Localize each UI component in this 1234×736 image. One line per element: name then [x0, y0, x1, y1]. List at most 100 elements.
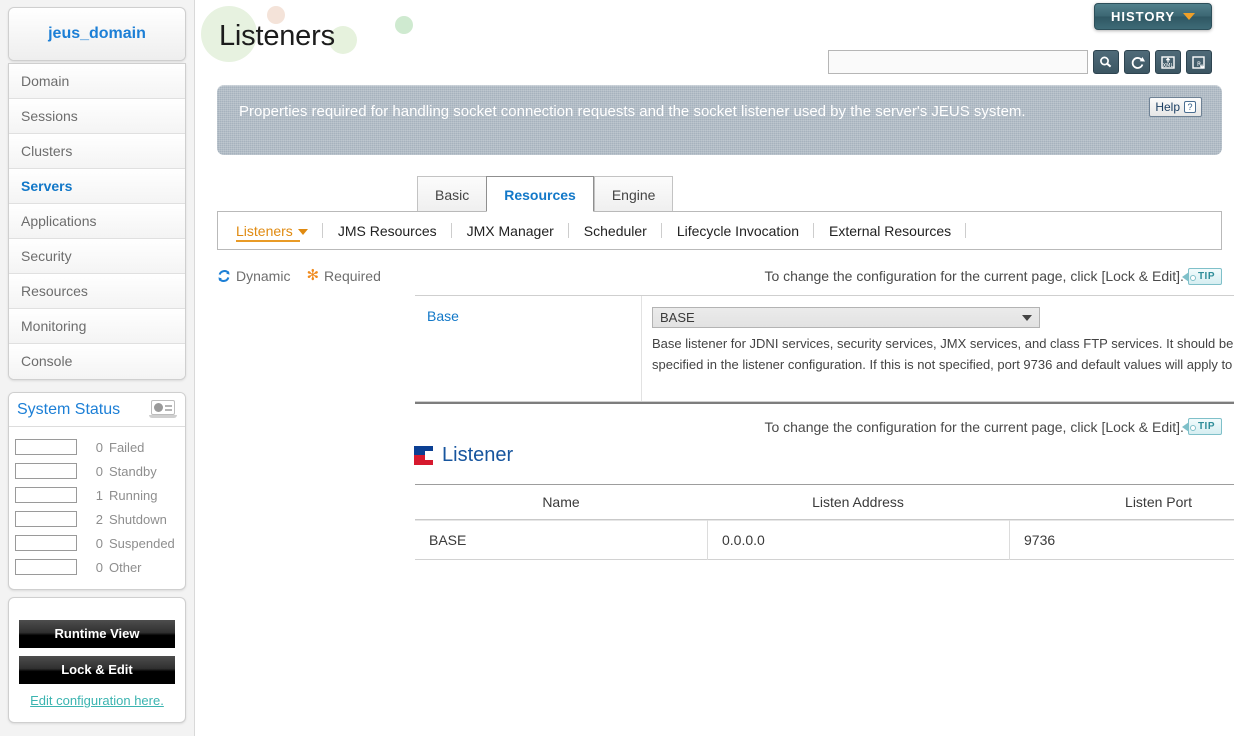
lock-edit-tip-bottom: To change the configuration for the curr… — [764, 418, 1222, 435]
report-export-icon[interactable]: R — [1186, 50, 1212, 74]
system-status-header: System Status — [9, 393, 185, 427]
listener-table-header: Name Listen Address Listen Port Add — [415, 484, 1234, 520]
status-row-running: 1 Running — [15, 483, 179, 507]
runtime-view-button[interactable]: Runtime View — [19, 620, 175, 648]
app-root: jeus_domain Domain Sessions Clusters Ser… — [0, 0, 1234, 736]
sidebar-item-clusters[interactable]: Clusters — [9, 134, 185, 169]
column-header-name: Name — [542, 494, 580, 510]
status-count-standby: 0 — [95, 463, 103, 479]
subnav-item-listeners-label: Listeners — [236, 222, 293, 239]
tip-badge-bottom[interactable]: TIP — [1181, 418, 1222, 435]
status-row-suspended: 0 Suspended — [15, 531, 179, 555]
cell-listen-port: 9736 — [1009, 520, 1234, 560]
listener-table: Name Listen Address Listen Port Add BASE… — [415, 484, 1234, 560]
status-bar-other — [15, 559, 77, 575]
dynamic-icon — [217, 269, 231, 283]
status-bar-shutdown — [15, 511, 77, 527]
info-banner: Properties required for handling socket … — [217, 85, 1222, 155]
status-label-failed: Failed — [109, 439, 145, 455]
question-mark-icon: ? — [1184, 101, 1196, 113]
base-field-label: Base — [415, 296, 642, 401]
base-field-description: Base listener for JDNI services, securit… — [652, 336, 1234, 372]
base-select[interactable]: BASE — [652, 307, 1040, 328]
column-header-listen-port: Listen Port — [1125, 494, 1192, 510]
sidebar-item-domain[interactable]: Domain — [9, 64, 185, 99]
lock-and-edit-button[interactable]: Lock & Edit — [19, 656, 175, 684]
svg-text:XML: XML — [1163, 63, 1174, 69]
main-content: Listeners HISTORY XML R Properties requi… — [195, 0, 1234, 736]
listener-section-title: Listener — [442, 444, 514, 466]
tip-badge-top[interactable]: TIP — [1181, 267, 1222, 285]
status-label-shutdown: Shutdown — [109, 511, 167, 527]
form-block-divider — [415, 402, 1234, 405]
tab-basic[interactable]: Basic — [417, 176, 487, 212]
sidebar-actions-card: Runtime View Lock & Edit Edit configurat… — [8, 597, 186, 723]
refresh-icon[interactable] — [1124, 50, 1150, 74]
sidebar-item-resources[interactable]: Resources — [9, 274, 185, 309]
system-status-list: 0 Failed 0 Standby 1 Running 2 Shutdown — [9, 427, 185, 589]
subnav-item-jms-resources[interactable]: JMS Resources — [323, 212, 452, 250]
legend-dynamic: Dynamic — [217, 268, 290, 284]
subnav-item-lifecycle-invocation[interactable]: Lifecycle Invocation — [662, 212, 815, 250]
subnav-item-lifecycle-invocation-label: Lifecycle Invocation — [676, 222, 800, 239]
xml-export-icon[interactable]: XML — [1155, 50, 1181, 74]
column-header-listen-address: Listen Address — [812, 494, 904, 510]
system-status-panel: System Status 0 Failed 0 Standby 1 Runni… — [8, 392, 186, 590]
status-row-standby: 0 Standby — [15, 459, 179, 483]
subnav-item-scheduler[interactable]: Scheduler — [569, 212, 662, 250]
system-status-title: System Status — [17, 400, 121, 418]
status-row-failed: 0 Failed — [15, 435, 179, 459]
legend-dynamic-label: Dynamic — [236, 268, 291, 284]
sidebar-item-sessions[interactable]: Sessions — [9, 99, 185, 134]
subnav-item-jms-resources-label: JMS Resources — [337, 222, 437, 239]
subnav-item-scheduler-label: Scheduler — [583, 222, 647, 239]
required-asterisk-icon: ✻ — [306, 267, 320, 284]
edit-configuration-link[interactable]: Edit configuration here. — [19, 692, 175, 710]
help-button-label: Help — [1155, 100, 1180, 114]
tab-resources[interactable]: Resources — [486, 176, 594, 212]
page-title: Listeners — [219, 20, 335, 52]
sub-navigation: Listeners JMS Resources JMX Manager Sche… — [217, 211, 1222, 250]
subnav-item-external-resources-label: External Resources — [829, 222, 952, 239]
lock-edit-tip-bottom-wrap: To change the configuration for the curr… — [217, 418, 1222, 442]
status-count-shutdown: 2 — [95, 511, 103, 527]
help-button[interactable]: Help ? — [1149, 97, 1202, 117]
toolbar: XML R — [828, 50, 1212, 74]
status-count-running: 1 — [95, 487, 103, 503]
page-header: Listeners HISTORY XML R — [195, 0, 1234, 80]
history-button[interactable]: HISTORY — [1094, 3, 1212, 30]
search-input[interactable] — [828, 50, 1088, 74]
domain-title-card: jeus_domain — [8, 7, 186, 61]
logo-mark-icon — [414, 446, 433, 465]
status-label-other: Other — [109, 559, 142, 575]
search-icon[interactable] — [1093, 50, 1119, 74]
chevron-down-icon — [1183, 13, 1196, 20]
status-label-running: Running — [109, 487, 158, 503]
sidebar-item-security[interactable]: Security — [9, 239, 185, 274]
status-count-other: 0 — [95, 559, 103, 575]
status-row-shutdown: 2 Shutdown — [15, 507, 179, 531]
domain-title: jeus_domain — [9, 8, 185, 60]
subnav-item-external-resources[interactable]: External Resources — [814, 212, 967, 250]
listener-section-header: Listener — [414, 444, 513, 467]
status-row-other: 0 Other — [15, 555, 179, 579]
sidebar-nav: Domain Sessions Clusters Servers Applica… — [8, 63, 186, 380]
base-field-value-cell: BASE Base listener for JDNI services, se… — [642, 296, 1234, 401]
subnav-item-listeners[interactable]: Listeners — [218, 212, 323, 250]
monitor-chart-icon — [149, 400, 177, 419]
tab-engine[interactable]: Engine — [593, 176, 674, 212]
status-label-standby: Standby — [109, 463, 157, 479]
tab-bar: Basic Resources Engine — [417, 176, 674, 212]
chevron-down-icon — [1022, 314, 1032, 321]
lock-edit-tip-top: To change the configuration for the curr… — [764, 267, 1222, 285]
table-row: BASE 0.0.0.0 9736 Delete — [415, 520, 1234, 560]
legend-row: Dynamic ✻ Required To change the configu… — [217, 258, 1222, 294]
sidebar-item-applications[interactable]: Applications — [9, 204, 185, 239]
sidebar-item-servers[interactable]: Servers — [9, 169, 185, 204]
subnav-item-jmx-manager[interactable]: JMX Manager — [452, 212, 569, 250]
base-select-value: BASE — [660, 310, 695, 325]
legend-required-label: Required — [324, 268, 381, 284]
sidebar-item-monitoring[interactable]: Monitoring — [9, 309, 185, 344]
info-banner-text: Properties required for handling socket … — [239, 103, 1026, 120]
sidebar-item-console[interactable]: Console — [9, 344, 185, 379]
